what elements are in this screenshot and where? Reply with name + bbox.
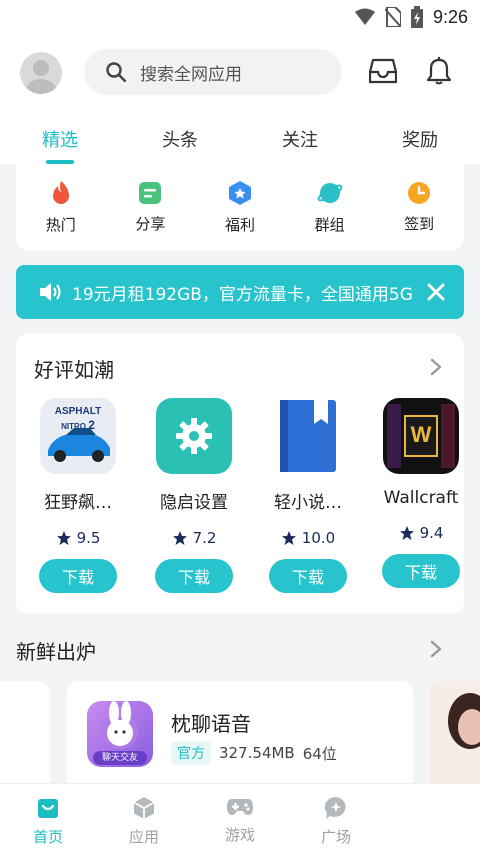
cube-icon: [133, 797, 155, 819]
bottom-nav: 首页 应用 游戏 广场: [0, 783, 480, 853]
avatar[interactable]: [20, 52, 62, 94]
star-icon: [399, 526, 414, 540]
quick-link-checkin[interactable]: 签到: [384, 181, 454, 234]
nav-apps[interactable]: 应用: [96, 784, 192, 853]
app-rating: 9.4: [399, 524, 443, 542]
bookmark-book-icon: [270, 398, 346, 474]
tab-toutiao[interactable]: 头条: [120, 120, 240, 164]
wallcraft-icon: W: [383, 398, 459, 474]
user-silhouette-icon: [26, 60, 56, 94]
fresh-title: 新鲜出炉: [16, 640, 96, 664]
quick-link-welfare[interactable]: 福利: [205, 180, 275, 235]
app-name: 狂野飙…: [44, 493, 112, 513]
app-rating: 10.0: [281, 529, 335, 547]
quick-link-groups[interactable]: 群组: [295, 180, 365, 235]
star-icon: [281, 531, 296, 545]
status-time: 9:26: [432, 6, 468, 27]
tab-jiangli[interactable]: 奖励: [360, 120, 480, 164]
banner-text: 19元月租192GB，官方流量卡，全国通用5G: [72, 284, 413, 305]
fresh-app-name: 枕聊语音: [171, 712, 251, 736]
quick-link-share[interactable]: 分享: [115, 181, 185, 234]
promo-banner[interactable]: 19元月租192GB，官方流量卡，全国通用5G: [16, 265, 464, 319]
app-item[interactable]: 轻小说… 10.0 下载: [263, 398, 353, 593]
tab-jingxuan[interactable]: 精选: [0, 120, 120, 164]
home-bag-icon: [38, 799, 58, 818]
fire-icon: [52, 180, 69, 204]
chevron-right-icon[interactable]: [430, 358, 442, 376]
gift-badge-icon: [228, 180, 251, 205]
fresh-card-prev[interactable]: [0, 681, 50, 791]
share-doc-icon: [139, 181, 162, 204]
nav-home[interactable]: 首页: [0, 784, 96, 853]
tab-guanzhu[interactable]: 关注: [240, 120, 360, 164]
no-sim-icon: [384, 7, 401, 27]
app-item[interactable]: W Wallcraft 9.4 下载: [376, 398, 466, 588]
star-icon: [56, 531, 71, 545]
search-placeholder: 搜索全网应用: [140, 64, 242, 85]
app-rating: 9.5: [56, 529, 100, 547]
download-button[interactable]: 下载: [155, 559, 233, 593]
download-button[interactable]: 下载: [269, 559, 347, 593]
app-name: 隐启设置: [160, 493, 228, 513]
app-item[interactable]: ASPHALT NITRO 2 狂野飙… 9.5 下载: [33, 398, 123, 593]
app-size: 327.54MB: [219, 744, 295, 762]
app-bits: 64位: [302, 744, 337, 763]
chat-plus-icon: [324, 796, 346, 819]
fresh-card-next[interactable]: [430, 681, 480, 791]
planet-icon: [317, 182, 343, 203]
download-button[interactable]: 下载: [39, 559, 117, 593]
quick-link-hot[interactable]: 热门: [26, 180, 96, 235]
search-bar[interactable]: 搜索全网应用: [84, 49, 342, 95]
search-icon: [106, 62, 126, 82]
wifi-icon: [354, 8, 375, 25]
app-name: Wallcraft: [383, 488, 459, 508]
featured-card: 好评如潮 ASPHALT NITRO 2 狂野飙… 9.5 下载 隐启设置 7.…: [16, 334, 464, 614]
close-icon[interactable]: [424, 280, 448, 304]
bell-icon[interactable]: [422, 54, 456, 88]
download-button[interactable]: 下载: [382, 554, 460, 588]
speaker-icon: [40, 283, 61, 301]
header: 搜索全网应用 精选 头条 关注 奖励: [0, 34, 480, 164]
app-name: 轻小说…: [274, 493, 342, 513]
star-icon: [172, 531, 187, 545]
featured-title: 好评如潮: [34, 358, 114, 382]
fresh-app-meta: 官方 327.54MB 64位: [171, 741, 337, 765]
fresh-app-card[interactable]: 聊天交友 枕聊语音 官方 327.54MB 64位: [67, 681, 413, 791]
chevron-right-icon[interactable]: [430, 640, 442, 658]
settings-gear-icon: [156, 398, 232, 474]
app-rating: 7.2: [172, 529, 216, 547]
battery-charging-icon: [410, 6, 423, 28]
clock-icon: [408, 181, 431, 204]
nav-games[interactable]: 游戏: [192, 784, 288, 853]
top-tabs: 精选 头条 关注 奖励: [0, 120, 480, 164]
inbox-icon[interactable]: [366, 54, 400, 88]
asphalt-nitro-icon: ASPHALT NITRO 2: [40, 398, 116, 474]
status-bar: 9:26: [0, 0, 480, 34]
featured-app-list: ASPHALT NITRO 2 狂野飙… 9.5 下载 隐启设置 7.2 下载 …: [16, 398, 464, 598]
nav-square[interactable]: 广场: [288, 784, 384, 853]
app-item[interactable]: 隐启设置 7.2 下载: [149, 398, 239, 593]
quick-links: 热门 分享 福利 群组 签到: [16, 164, 464, 250]
official-badge: 官方: [171, 741, 211, 765]
voice-chat-app-icon: 聊天交友: [87, 701, 153, 767]
gamepad-icon: [227, 799, 253, 815]
